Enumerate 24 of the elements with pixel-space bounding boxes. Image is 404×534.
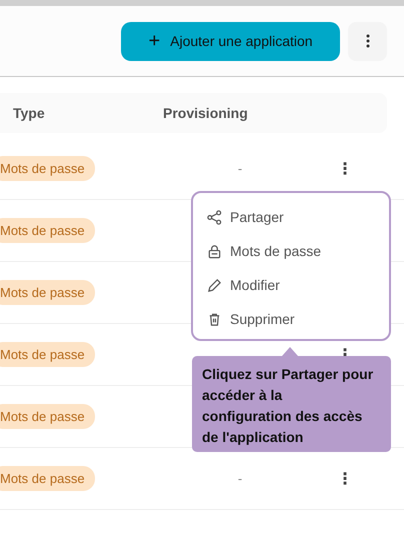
type-badge: Mots de passe (0, 404, 95, 429)
share-icon (207, 210, 222, 224)
type-badge: Mots de passe (0, 280, 95, 305)
pencil-icon (207, 278, 222, 292)
column-header: Provisioning (163, 105, 248, 121)
column-header: Type (13, 105, 46, 121)
type-badge: Mots de passe (0, 156, 95, 181)
type-badge: Mots de passe (0, 342, 95, 367)
add-application-button[interactable]: + Ajouter une application (121, 22, 340, 60)
type-badge: Mots de passe (0, 466, 95, 491)
menu-item[interactable]: Partager (207, 200, 389, 234)
tooltip-arrow-icon (282, 347, 298, 356)
table-cell: - (238, 160, 242, 176)
table-cell: - (238, 470, 242, 486)
more-vertical-icon (366, 34, 370, 48)
trash-icon (207, 312, 222, 326)
menu-item[interactable]: Modifier (207, 268, 389, 302)
row-actions-button[interactable]: ⋮ (331, 154, 359, 182)
menu-item[interactable]: Supprimer (207, 302, 389, 336)
lock-icon (207, 244, 222, 258)
menu-item[interactable]: Mots de passe (207, 234, 389, 268)
more-options-button[interactable] (348, 22, 387, 60)
row-actions-button[interactable]: ⋮ (331, 464, 359, 492)
type-badge: Mots de passe (0, 218, 95, 243)
